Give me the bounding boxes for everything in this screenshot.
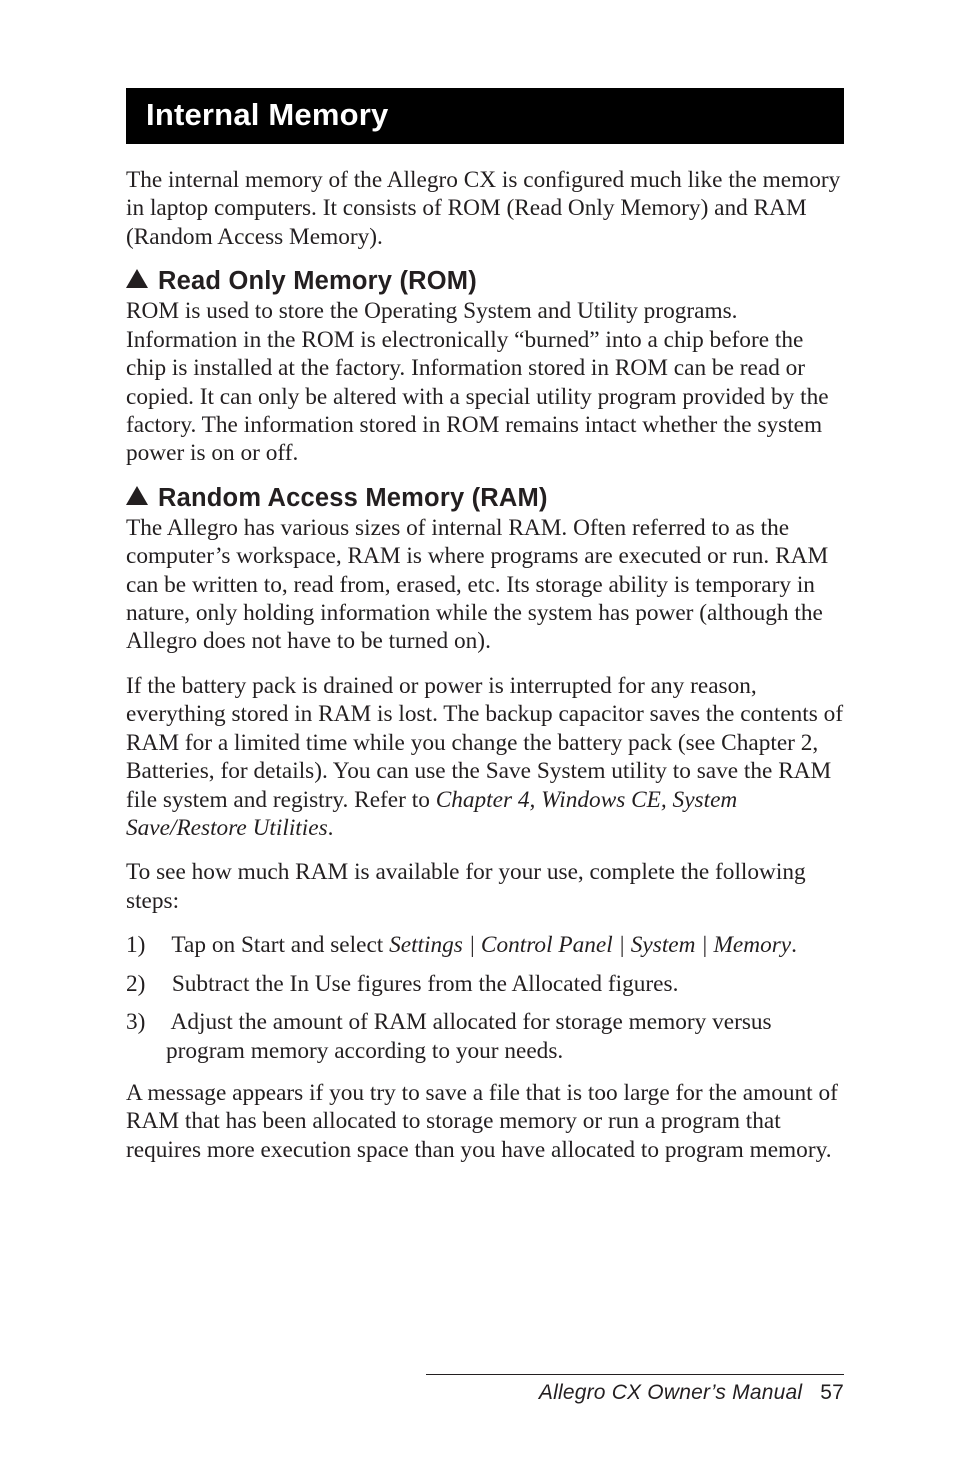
rom-heading: Read Only Memory (ROM)	[126, 267, 844, 296]
intro-paragraph: The internal memory of the Allegro CX is…	[126, 166, 844, 251]
ram-paragraph-2: If the battery pack is drained or power …	[126, 672, 844, 843]
ram-paragraph-1: The Allegro has various sizes of interna…	[126, 514, 844, 656]
footer-rule	[426, 1374, 844, 1375]
page: Internal Memory The internal memory of t…	[0, 0, 954, 1475]
step-1-part-b: .	[791, 932, 797, 958]
page-number: 57	[820, 1381, 844, 1404]
step-1-part-a: Tap on Start and select	[171, 932, 389, 958]
rom-heading-text: Read Only Memory (ROM)	[158, 267, 477, 295]
step-3-text: Adjust the amount of RAM allocated for s…	[166, 1009, 772, 1063]
steps-list: Tap on Start and select Settings | Contr…	[126, 931, 844, 1065]
triangle-icon	[126, 486, 148, 505]
step-1-emphasis: Settings | Control Panel | System | Memo…	[389, 932, 791, 958]
list-item: Subtract the In Use figures from the All…	[126, 970, 844, 998]
rom-paragraph-1: ROM is used to store the Operating Syste…	[126, 297, 844, 468]
triangle-icon	[126, 269, 148, 288]
page-footer: Allegro CX Owner’s Manual 57	[126, 1374, 844, 1405]
ram-p2-part-b: .	[328, 815, 334, 841]
ram-heading-text: Random Access Memory (RAM)	[158, 484, 548, 512]
section-banner: Internal Memory	[126, 88, 844, 144]
step-2-text: Subtract the In Use figures from the All…	[172, 971, 679, 997]
footer-line: Allegro CX Owner’s Manual 57	[126, 1381, 844, 1405]
list-item: Adjust the amount of RAM allocated for s…	[126, 1008, 844, 1065]
footer-title: Allegro CX Owner’s Manual	[539, 1381, 802, 1404]
ram-paragraph-4: A message appears if you try to save a f…	[126, 1079, 844, 1164]
section-title: Internal Memory	[146, 97, 388, 132]
ram-paragraph-3: To see how much RAM is available for you…	[126, 858, 844, 915]
ram-heading: Random Access Memory (RAM)	[126, 484, 844, 513]
list-item: Tap on Start and select Settings | Contr…	[126, 931, 844, 959]
